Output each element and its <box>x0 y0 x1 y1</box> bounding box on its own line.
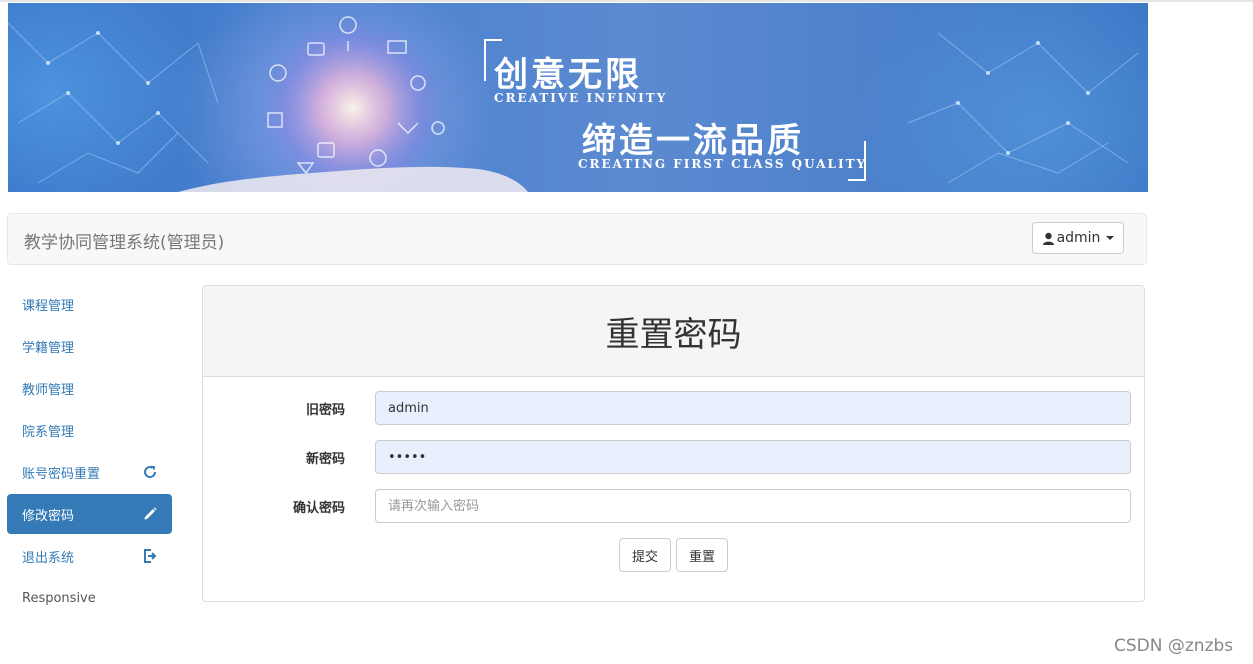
reset-button[interactable]: 重置 <box>676 538 729 572</box>
sidebar-item-logout[interactable]: 退出系统 <box>7 536 172 576</box>
slogan-bracket-right <box>848 141 866 181</box>
page-title: 重置密码 <box>605 314 742 355</box>
sidebar-item-label: 退出系统 <box>22 550 75 566</box>
system-brand[interactable]: 教学协同管理系统(管理员) <box>24 228 224 253</box>
sidebar-item-label: 院系管理 <box>22 424 75 440</box>
sidebar-item-student-status[interactable]: 学籍管理 <box>7 326 172 366</box>
slogan-subtitle-2: CREATING FIRST CLASS QUALITY <box>578 157 868 171</box>
new-password-row: 新密码 <box>203 440 1146 474</box>
chevron-down-icon <box>1106 236 1115 240</box>
slogan-subtitle-1: CREATIVE INFINITY <box>494 91 668 105</box>
pencil-icon <box>144 507 157 520</box>
old-password-input[interactable] <box>375 391 1131 425</box>
slogan-title-2: 缔造一流品质 <box>582 121 804 161</box>
sidebar-item-label: 教师管理 <box>22 382 75 398</box>
header-banner: 创意无限 CREATIVE INFINITY 缔造一流品质 CREATING F… <box>8 3 1148 192</box>
sidebar-item-course[interactable]: 课程管理 <box>7 284 172 324</box>
watermark-text: CSDN @znzbs <box>1114 636 1234 656</box>
old-password-label: 旧密码 <box>305 403 345 418</box>
new-password-label: 新密码 <box>305 452 345 467</box>
confirm-password-row: 确认密码 <box>203 489 1146 523</box>
reset-password-panel: 重置密码 旧密码 新密码 确认密码 提交 重置 <box>202 285 1145 602</box>
refresh-icon <box>144 465 157 478</box>
sidebar-item-label: 课程管理 <box>22 298 75 314</box>
slogan-title-1: 创意无限 <box>494 55 642 95</box>
top-navbar: 教学协同管理系统(管理员) admin <box>7 213 1147 265</box>
user-menu-button[interactable]: admin <box>1032 222 1124 254</box>
sidebar-item-department[interactable]: 院系管理 <box>7 410 172 450</box>
sidebar-item-label: Responsive <box>22 590 96 606</box>
submit-button[interactable]: 提交 <box>619 538 672 572</box>
panel-heading: 重置密码 <box>203 286 1144 377</box>
confirm-password-label: 确认密码 <box>292 501 345 516</box>
sidebar-item-label: 修改密码 <box>22 508 75 524</box>
sidebar-nav: 课程管理 学籍管理 教师管理 院系管理 账号密码重置 修改密码 退出系统 Res… <box>7 284 172 620</box>
confirm-password-input[interactable] <box>375 489 1131 523</box>
sidebar-item-label: 账号密码重置 <box>22 466 101 482</box>
old-password-row: 旧密码 <box>203 391 1146 425</box>
sidebar-item-teacher[interactable]: 教师管理 <box>7 368 172 408</box>
new-password-input[interactable] <box>375 440 1131 474</box>
sidebar-item-change-password[interactable]: 修改密码 <box>7 494 172 534</box>
user-menu-label: admin <box>1056 230 1101 246</box>
sidebar-item-responsive: Responsive <box>7 578 172 618</box>
logout-icon <box>144 549 157 563</box>
sidebar-item-label: 学籍管理 <box>22 340 75 356</box>
user-icon <box>1042 232 1054 245</box>
top-border <box>0 0 1253 2</box>
sidebar-item-account-reset[interactable]: 账号密码重置 <box>7 452 172 492</box>
